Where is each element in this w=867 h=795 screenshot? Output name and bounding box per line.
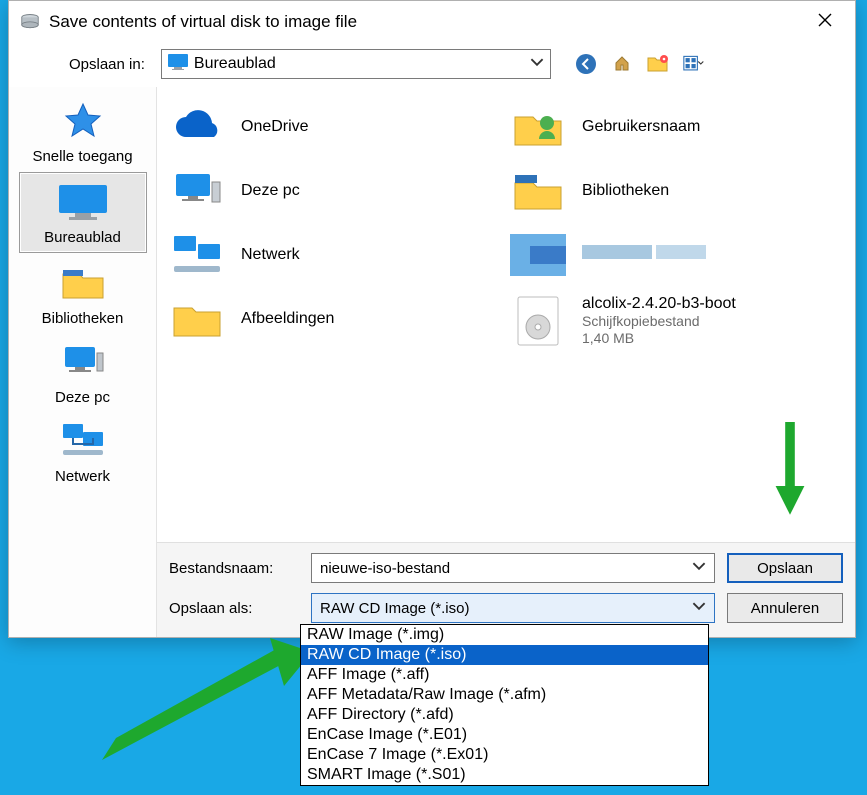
dropdown-option[interactable]: AFF Directory (*.afd) (301, 705, 708, 725)
titlebar: Save contents of virtual disk to image f… (9, 1, 855, 43)
cloud-icon (169, 103, 225, 151)
file-item-iso[interactable]: alcolix-2.4.20-b3-boot Schijfkopiebestan… (506, 289, 847, 353)
sidebar-item-label: Netwerk (55, 468, 110, 485)
view-menu-icon[interactable] (683, 53, 705, 75)
sidebar-item-label: Bibliotheken (42, 310, 124, 327)
star-icon (63, 102, 103, 144)
file-label (582, 245, 722, 266)
location-toolbar: Opslaan in: Bureaublad (9, 43, 855, 87)
places-sidebar: Snelle toegang Bureaublad Bibliotheken D… (9, 87, 157, 637)
annotation-arrow-down (774, 420, 806, 520)
filetype-combo[interactable]: RAW CD Image (*.iso) (311, 593, 715, 623)
sidebar-item-label: Bureaublad (44, 229, 121, 246)
file-item-libraries[interactable]: Bibliotheken (506, 161, 847, 221)
filename-input[interactable]: nieuwe-iso-bestand (311, 553, 715, 583)
file-label: alcolix-2.4.20-b3-boot Schijfkopiebestan… (582, 295, 736, 347)
sidebar-item-label: Snelle toegang (32, 148, 132, 165)
file-label: Gebruikersnaam (582, 118, 700, 136)
image-icon (510, 231, 566, 279)
pc-icon (169, 167, 225, 215)
desktop-icon (55, 181, 111, 225)
sidebar-item-this-pc[interactable]: Deze pc (19, 334, 147, 413)
location-text: Bureaublad (194, 55, 276, 73)
file-item-network[interactable]: Netwerk (165, 225, 506, 285)
sidebar-item-libraries[interactable]: Bibliotheken (19, 253, 147, 334)
folder-icon (169, 295, 225, 343)
libraries-icon (59, 262, 107, 306)
chevron-down-icon (692, 599, 706, 617)
file-item-this-pc[interactable]: Deze pc (165, 161, 506, 221)
filename-label: Bestandsnaam: (169, 560, 299, 577)
file-label: OneDrive (241, 118, 309, 136)
disk-icon (19, 11, 41, 33)
network-icon (169, 231, 225, 279)
file-item-blurred[interactable] (506, 225, 847, 285)
file-label: Afbeeldingen (241, 310, 334, 328)
pc-icon (59, 343, 107, 385)
save-dialog: Save contents of virtual disk to image f… (8, 0, 856, 638)
dropdown-option[interactable]: RAW Image (*.img) (301, 625, 708, 645)
window-title: Save contents of virtual disk to image f… (49, 12, 357, 32)
dropdown-option[interactable]: EnCase 7 Image (*.Ex01) (301, 745, 708, 765)
libraries-icon (510, 167, 566, 215)
filetype-label: Opslaan als: (169, 600, 299, 617)
filename-value: nieuwe-iso-bestand (320, 560, 450, 577)
sidebar-item-network[interactable]: Netwerk (19, 413, 147, 492)
main-pane: OneDrive Deze pc Netwerk Afbeeldingen (157, 87, 855, 637)
chevron-down-icon (692, 559, 706, 577)
new-folder-icon[interactable] (647, 53, 669, 75)
dropdown-option[interactable]: SMART Image (*.S01) (301, 765, 708, 785)
annotation-arrow-diag (102, 620, 312, 760)
network-icon (59, 422, 107, 464)
dropdown-option[interactable]: RAW CD Image (*.iso) (301, 645, 708, 665)
user-folder-icon (510, 103, 566, 151)
up-icon[interactable] (611, 53, 633, 75)
file-item-pictures[interactable]: Afbeeldingen (165, 289, 506, 349)
location-combo[interactable]: Bureaublad (161, 49, 551, 79)
file-label: Bibliotheken (582, 182, 669, 200)
location-label: Opslaan in: (69, 56, 145, 73)
file-label: Deze pc (241, 182, 300, 200)
dropdown-option[interactable]: AFF Image (*.aff) (301, 665, 708, 685)
file-item-user[interactable]: Gebruikersnaam (506, 97, 847, 157)
chevron-down-icon (530, 55, 544, 74)
file-list[interactable]: OneDrive Deze pc Netwerk Afbeeldingen (157, 87, 855, 542)
sidebar-item-quick-access[interactable]: Snelle toegang (19, 93, 147, 172)
file-item-onedrive[interactable]: OneDrive (165, 97, 506, 157)
back-icon[interactable] (575, 53, 597, 75)
save-button[interactable]: Opslaan (727, 553, 843, 583)
filetype-value: RAW CD Image (*.iso) (320, 600, 469, 617)
sidebar-item-desktop[interactable]: Bureaublad (19, 172, 147, 253)
sidebar-item-label: Deze pc (55, 389, 110, 406)
toolbar-icons (575, 53, 705, 75)
dropdown-option[interactable]: AFF Metadata/Raw Image (*.afm) (301, 685, 708, 705)
file-label: Netwerk (241, 246, 300, 264)
cancel-button[interactable]: Annuleren (727, 593, 843, 623)
disc-file-icon (510, 297, 566, 345)
close-button[interactable] (805, 11, 845, 34)
desktop-icon (168, 54, 188, 75)
dropdown-option[interactable]: EnCase Image (*.E01) (301, 725, 708, 745)
filetype-dropdown[interactable]: RAW Image (*.img) RAW CD Image (*.iso) A… (300, 624, 709, 786)
